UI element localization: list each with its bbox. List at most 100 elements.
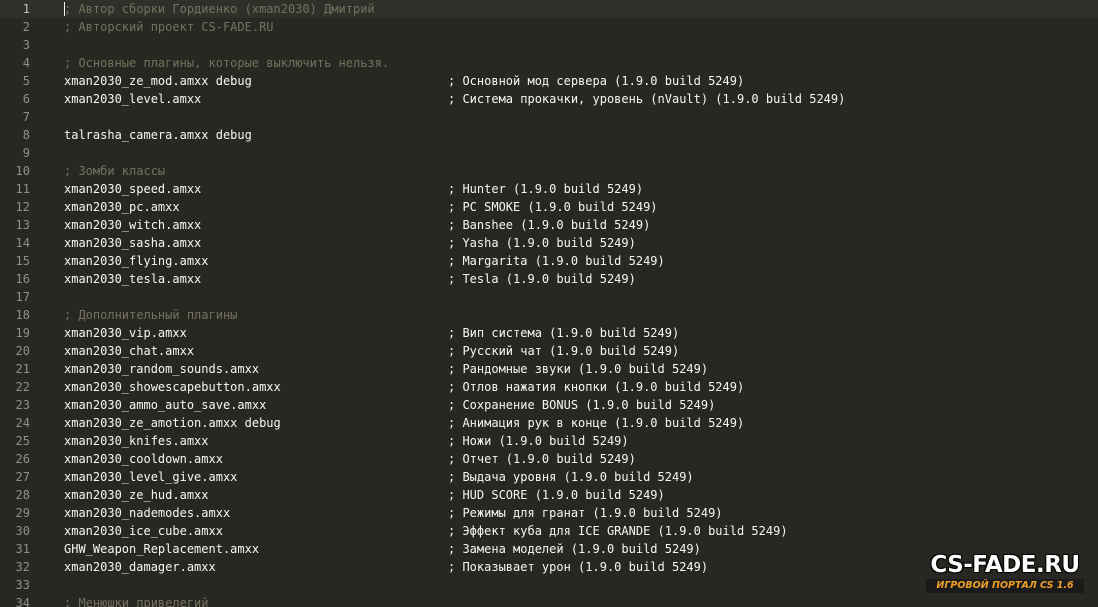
code-line[interactable]: 28 xman2030_ze_hud.amxx ; HUD SCORE (1.9.0… xyxy=(0,486,1098,504)
plugin-description: ; Yasha (1.9.0 build 5249) xyxy=(448,236,636,250)
code-line[interactable]: 16 xman2030_tesla.amxx ; Tesla (1.9.0 buil… xyxy=(0,270,1098,288)
code-line[interactable]: 20 xman2030_chat.amxx ; Русский чат (1.9.0… xyxy=(0,342,1098,360)
line-number: 31 xyxy=(15,542,30,556)
line-number: 15 xyxy=(15,254,30,268)
line-number: 23 xyxy=(15,398,30,412)
code-line[interactable]: 23 xman2030_ammo_auto_save.amxx ; Сохранен… xyxy=(0,396,1098,414)
plugin-name: talrasha_camera.amxx debug xyxy=(64,128,252,142)
plugin-description: ; PC SMOKE (1.9.0 build 5249) xyxy=(448,200,658,214)
code-line[interactable]: 12 xman2030_pc.amxx ; PC SMOKE (1.9.0 buil… xyxy=(0,198,1098,216)
plugin-name: xman2030_ice_cube.amxx xyxy=(64,524,223,538)
line-number: 26 xyxy=(15,452,30,466)
plugin-description: ; Margarita (1.9.0 build 5249) xyxy=(448,254,665,268)
comment-text: ; Менюшки привелегий xyxy=(64,596,209,607)
code-line[interactable]: 26 xman2030_cooldown.amxx ; Отчет (1.9.0 b… xyxy=(0,450,1098,468)
code-line[interactable]: 6 xman2030_level.amxx ; Система прокачки, … xyxy=(0,90,1098,108)
code-line[interactable]: 8 talrasha_camera.amxx debug xyxy=(0,126,1098,144)
line-number: 13 xyxy=(15,218,30,232)
plugin-name: xman2030_random_sounds.amxx xyxy=(64,362,260,376)
code-line[interactable]: 11 xman2030_speed.amxx ; Hunter (1.9.0 bui… xyxy=(0,180,1098,198)
plugin-description: ; Выдача уровня (1.9.0 build 5249) xyxy=(448,470,694,484)
plugin-name: xman2030_showescapebutton.amxx xyxy=(64,380,281,394)
plugin-name: xman2030_pc.amxx xyxy=(64,200,180,214)
comment-text: ; Основные плагины, которые выключить не… xyxy=(64,56,390,70)
code-line[interactable]: 13 xman2030_witch.amxx ; Banshee (1.9.0 bu… xyxy=(0,216,1098,234)
plugin-name: xman2030_cooldown.amxx xyxy=(64,452,223,466)
code-line[interactable]: 25 xman2030_knifes.amxx ; Ножи (1.9.0 buil… xyxy=(0,432,1098,450)
code-editor[interactable]: 1 ; Автор сборки Гордиенко (xman2030) Дми… xyxy=(0,0,1098,607)
code-line[interactable]: 22 xman2030_showescapebutton.amxx ; Отлов … xyxy=(0,378,1098,396)
cs-fade-logo: CS-FADE.RU ИГРОВОЙ ПОРТАЛ CS 1.6 xyxy=(920,550,1090,598)
plugin-name: xman2030_witch.amxx xyxy=(64,218,202,232)
plugin-name: xman2030_flying.amxx xyxy=(64,254,209,268)
code-line[interactable]: 7 xyxy=(0,108,1098,126)
plugin-description: ; Отчет (1.9.0 build 5249) xyxy=(448,452,636,466)
code-line[interactable]: 21 xman2030_random_sounds.amxx ; Рандомные… xyxy=(0,360,1098,378)
code-line[interactable]: 14 xman2030_sasha.amxx ; Yasha (1.9.0 buil… xyxy=(0,234,1098,252)
line-number: 30 xyxy=(15,524,30,538)
comment-text: ; Дополнительный плагины xyxy=(64,308,238,322)
plugin-description: ; Основной мод сервера (1.9.0 build 5249… xyxy=(448,74,745,88)
plugin-name: xman2030_ammo_auto_save.amxx xyxy=(64,398,267,412)
code-line[interactable]: 30 xman2030_ice_cube.amxx ; Эффект куба дл… xyxy=(0,522,1098,540)
plugin-description: ; Ножи (1.9.0 build 5249) xyxy=(448,434,629,448)
line-number: 1 xyxy=(22,2,30,16)
line-number: 21 xyxy=(15,362,30,376)
code-line[interactable]: 3 xyxy=(0,36,1098,54)
line-number: 25 xyxy=(15,434,30,448)
logo-subtitle: ИГРОВОЙ ПОРТАЛ CS 1.6 xyxy=(926,579,1084,593)
line-number: 29 xyxy=(15,506,30,520)
plugin-description: ; Banshee (1.9.0 build 5249) xyxy=(448,218,651,232)
plugin-name: xman2030_chat.amxx xyxy=(64,344,195,358)
line-number: 16 xyxy=(15,272,30,286)
logo-title: CS-FADE.RU xyxy=(930,552,1080,578)
code-line[interactable]: 17 xyxy=(0,288,1098,306)
line-number: 4 xyxy=(22,56,30,70)
code-line[interactable]: 5 xman2030_ze_mod.amxx debug ; Основной мо… xyxy=(0,72,1098,90)
line-number: 3 xyxy=(22,38,30,52)
line-number: 7 xyxy=(22,110,30,124)
plugin-description: ; HUD SCORE (1.9.0 build 5249) xyxy=(448,488,665,502)
code-line[interactable]: 18 ; Дополнительный плагины xyxy=(0,306,1098,324)
plugin-name: xman2030_tesla.amxx xyxy=(64,272,202,286)
line-number: 32 xyxy=(15,560,30,574)
line-number: 27 xyxy=(15,470,30,484)
plugin-description: ; Русский чат (1.9.0 build 5249) xyxy=(448,344,680,358)
code-line[interactable]: 27 xman2030_level_give.amxx ; Выдача уровн… xyxy=(0,468,1098,486)
plugin-description: ; Замена моделей (1.9.0 build 5249) xyxy=(448,542,701,556)
code-line[interactable]: 2 ; Авторский проект CS-FADE.RU xyxy=(0,18,1098,36)
code-line[interactable]: 9 xyxy=(0,144,1098,162)
line-number: 12 xyxy=(15,200,30,214)
code-line[interactable]: 29 xman2030_nademodes.amxx ; Режимы для гр… xyxy=(0,504,1098,522)
code-line[interactable]: 1 ; Автор сборки Гордиенко (xman2030) Дми… xyxy=(0,0,1098,18)
comment-text: ; Автор сборки Гордиенко (xman2030) Дмит… xyxy=(64,2,375,16)
plugin-name: xman2030_level_give.amxx xyxy=(64,470,238,484)
plugin-name: xman2030_ze_mod.amxx debug xyxy=(64,74,252,88)
plugin-description: ; Система прокачки, уровень (nVault) (1.… xyxy=(448,92,846,106)
line-number: 9 xyxy=(22,146,30,160)
plugin-name: xman2030_level.amxx xyxy=(64,92,202,106)
comment-text: ; Зомби классы xyxy=(64,164,166,178)
plugin-name: xman2030_knifes.amxx xyxy=(64,434,209,448)
plugin-description: ; Hunter (1.9.0 build 5249) xyxy=(448,182,644,196)
line-number: 28 xyxy=(15,488,30,502)
comment-text: ; Авторский проект CS-FADE.RU xyxy=(64,20,274,34)
code-line[interactable]: 15 xman2030_flying.amxx ; Margarita (1.9.0… xyxy=(0,252,1098,270)
line-number: 33 xyxy=(15,578,30,592)
line-number: 10 xyxy=(15,164,30,178)
plugin-name: xman2030_vip.amxx xyxy=(64,326,187,340)
line-number: 34 xyxy=(15,596,30,607)
code-line[interactable]: 10 ; Зомби классы xyxy=(0,162,1098,180)
code-line[interactable]: 24 xman2030_ze_amotion.amxx debug ; Анимац… xyxy=(0,414,1098,432)
plugin-name: GHW_Weapon_Replacement.amxx xyxy=(64,542,260,556)
plugin-name: xman2030_damager.amxx xyxy=(64,560,216,574)
plugin-description: ; Tesla (1.9.0 build 5249) xyxy=(448,272,636,286)
code-line[interactable]: 4 ; Основные плагины, которые выключить н… xyxy=(0,54,1098,72)
line-number: 5 xyxy=(22,74,30,88)
plugin-name: xman2030_ze_hud.amxx xyxy=(64,488,209,502)
code-line[interactable]: 19 xman2030_vip.amxx ; Вип система (1.9.0 … xyxy=(0,324,1098,342)
plugin-description: ; Рандомные звуки (1.9.0 build 5249) xyxy=(448,362,709,376)
line-number: 2 xyxy=(22,20,30,34)
code-area[interactable]: 1 ; Автор сборки Гордиенко (xman2030) Дми… xyxy=(0,0,1098,607)
line-number: 24 xyxy=(15,416,30,430)
